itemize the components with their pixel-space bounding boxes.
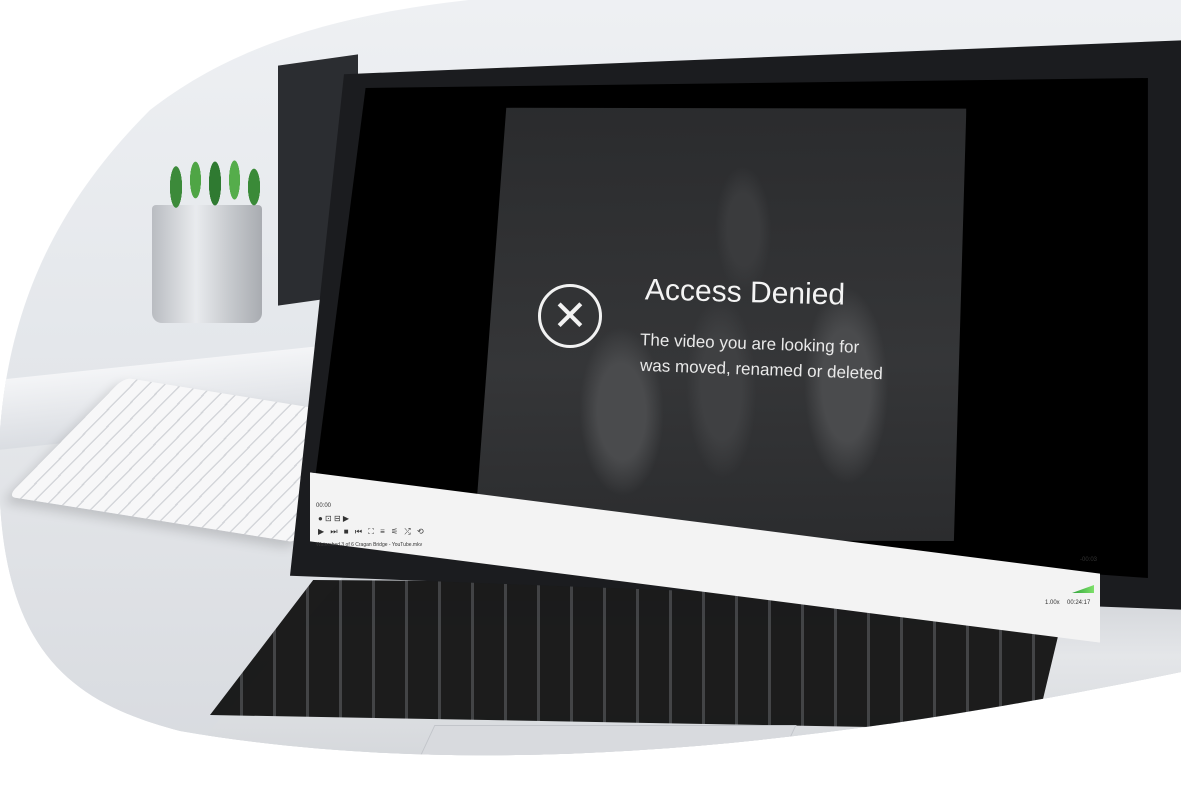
player-controls[interactable]: ▶ ⏭ ■ ⏮ ⛶ ≡ ⚟ ⤮ ⟲: [318, 527, 426, 537]
elapsed-time: 00:24:17: [1067, 600, 1091, 606]
time-remaining: -00:03: [1080, 557, 1098, 563]
filename: Watershed 3 of 6 Cragan Bridge - YouTube…: [316, 542, 423, 548]
plant-leaves: [150, 145, 280, 215]
player-controls-top[interactable]: ● ⊡ ⊟ ▶: [318, 514, 349, 523]
trackpad: [406, 725, 797, 787]
photo: ✕ Access Denied The video you are lookin…: [0, 0, 1181, 771]
plant-pot: [152, 205, 262, 323]
access-denied-title: Access Denied: [644, 273, 846, 312]
x-circle-icon: ✕: [538, 284, 602, 348]
time-left: 00:00: [316, 503, 332, 509]
playback-speed[interactable]: 1.00x: [1045, 600, 1060, 606]
